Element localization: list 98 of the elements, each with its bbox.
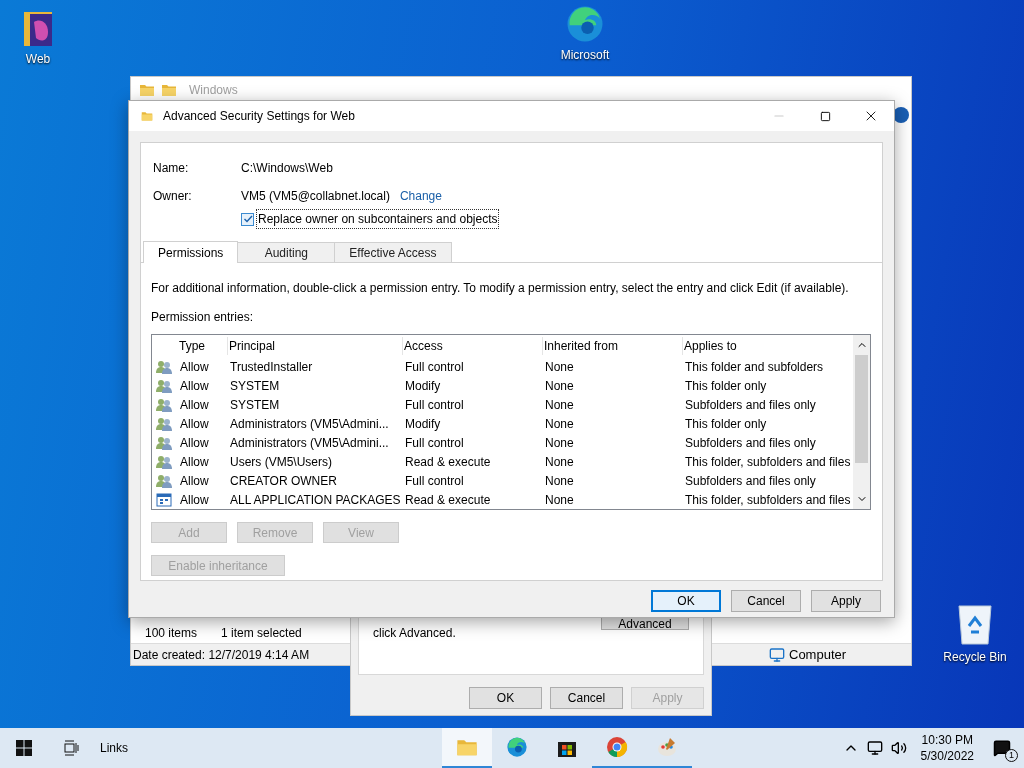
table-cell-text: Allow [179,415,210,433]
table-cell-text: Read & execute [404,453,492,471]
table-cell-text: Full control [404,358,465,376]
folder-icon [141,109,153,123]
desktop-icon-label[interactable]: Recycle Bin [943,648,1007,666]
table-cell-text: ALL APPLICATION PACKAGES [229,491,402,509]
table-cell-text: TrustedInstaller [229,358,314,376]
table-cell-text: SYSTEM [229,377,281,395]
desktop-icon-label[interactable]: Web [25,50,51,68]
column-header[interactable]: Principal [228,337,403,355]
checkbox-label[interactable]: Replace owner on subcontainers and objects [256,209,500,229]
table-cell-text: This folder only [684,415,768,433]
dialog-button[interactable]: Cancel [731,590,801,612]
table-cell-text: This folder only [684,377,768,395]
selection-count: 1 item selected [221,625,302,642]
owner-value: VM5 (VM5@collabnet.local) [241,188,390,205]
users-icon [156,377,172,394]
checkbox[interactable] [241,212,254,226]
name-value: C:\Windows\Web [241,160,333,177]
window-title: Advanced Security Settings for Web [163,108,355,125]
table-cell-text: Allow [179,396,210,414]
hint-text: click Advanced. [373,625,456,642]
details-text: Date created: 12/7/2019 4:14 AM [133,646,310,664]
table-cell-text: This folder, subfolders and files [684,453,852,471]
table-cell-text: None [544,415,575,433]
table-cell-text: Allow [179,434,210,452]
change-link[interactable]: Change [399,187,442,205]
column-header[interactable]: Applies to [683,337,853,355]
table-cell-text: None [544,453,575,471]
table-cell-text: None [544,491,575,509]
table-cell-text: Allow [179,491,210,509]
computer-icon [769,646,785,663]
tab[interactable]: Permissions [143,241,239,263]
edge-icon [565,4,605,44]
users-icon [156,472,172,489]
table-cell-text: This folder and subfolders [684,358,825,376]
table-cell-text: Administrators (VM5\Admini... [229,434,390,452]
table-cell-text: Allow [179,377,210,395]
location-text: Computer [789,645,847,664]
table-cell-text: Allow [179,472,210,490]
dialog-button[interactable]: OK [651,590,721,612]
scrollbar[interactable] [853,335,870,509]
dialog-button[interactable]: Apply [811,590,881,612]
users-icon [156,358,172,375]
palette-icon [656,736,678,758]
table-cell-text: None [544,472,575,490]
table-cell-text: None [544,377,575,395]
table-cell-text: Modify [404,377,442,395]
table-cell-text: None [544,358,575,376]
volume-icon[interactable] [890,740,907,756]
users-icon [156,453,172,470]
task-view-icon[interactable] [63,740,79,756]
table-cell-text: Subfolders and files only [684,472,817,490]
entries-label: Permission entries: [151,309,255,326]
table-cell-text: Modify [404,415,442,433]
chrome-icon [606,736,628,758]
dialog-button[interactable]: OK [469,687,542,709]
notification-badge: 1 [1005,749,1018,762]
table-cell-text: CREATOR OWNER [229,472,338,490]
tab[interactable]: Auditing [237,242,336,262]
folder-icon [139,82,155,98]
users-icon [156,434,172,451]
table-cell-text: Users (VM5\Users) [229,453,333,471]
table-cell-text: This folder, subfolders and files [684,491,852,509]
window-title: Windows [189,82,238,99]
table-cell-text: Allow [179,358,210,376]
table-cell-text: Subfolders and files only [684,434,817,452]
table-cell-text: None [544,396,575,414]
folder-icon [161,82,177,98]
users-icon [156,415,172,432]
owner-label: Owner: [153,188,193,205]
dialog-button[interactable]: Cancel [550,687,623,709]
table-cell-text: Full control [404,396,465,414]
table-cell-text: Allow [179,453,210,471]
windows-logo-icon[interactable] [16,740,32,756]
info-text: For additional information, double-click a permission entry. To modify a permission entry, select the entry and click Edit (if available). [151,280,850,297]
table-cell-text: Full control [404,472,465,490]
desktop-icon-label[interactable]: Microsoft [560,46,610,64]
network-icon[interactable] [866,740,883,756]
column-header[interactable]: Type [178,337,228,355]
clock-date[interactable]: 5/30/2022 [920,748,974,764]
column-header[interactable]: Inherited from [543,337,683,355]
table-cell-text: Read & execute [404,491,492,509]
table-cell-text: SYSTEM [229,396,281,414]
item-count: 100 items [145,625,198,642]
tab[interactable]: Effective Access [334,242,452,262]
users-icon [156,396,172,413]
name-label: Name: [153,160,190,177]
column-header[interactable]: Access [403,337,543,355]
table-cell-text: Full control [404,434,465,452]
recycle-bin-icon [955,602,995,646]
table-cell-text: Administrators (VM5\Admini... [229,415,390,433]
edge-icon [506,736,528,758]
maximize-icon[interactable] [819,110,831,122]
table-cell-text: None [544,434,575,452]
clock-time[interactable]: 10:30 PM [921,732,973,748]
toolbar-label[interactable]: Links [100,739,128,757]
table-cell-text: Subfolders and files only [684,396,817,414]
